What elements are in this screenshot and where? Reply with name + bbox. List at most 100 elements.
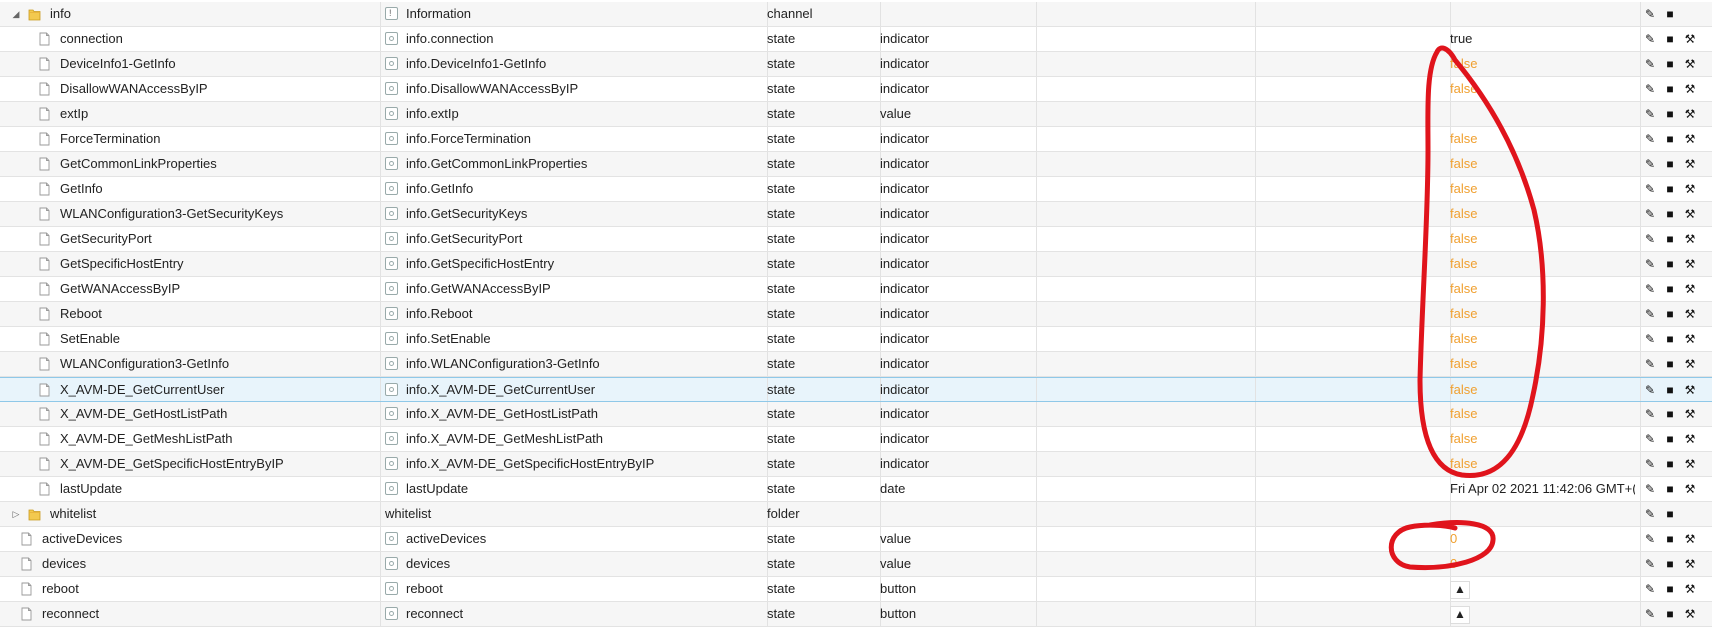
pencil-icon[interactable]: ✎	[1640, 77, 1660, 101]
wrench-icon[interactable]: ⚒	[1680, 527, 1700, 551]
pencil-icon[interactable]: ✎	[1640, 227, 1660, 251]
tree-row[interactable]: GetSecurityPort info.GetSecurityPort state…	[0, 227, 1712, 252]
pencil-icon[interactable]: ✎	[1640, 577, 1660, 601]
object-id-cell[interactable]: extIp	[0, 102, 380, 126]
object-id-cell[interactable]: ForceTermination	[0, 127, 380, 151]
object-id-cell[interactable]: GetSecurityPort	[0, 227, 380, 251]
object-value-cell[interactable]	[1450, 102, 1635, 126]
pencil-icon[interactable]: ✎	[1640, 602, 1660, 626]
wrench-icon[interactable]: ⚒	[1680, 552, 1700, 576]
pencil-icon[interactable]: ✎	[1640, 327, 1660, 351]
pencil-icon[interactable]: ✎	[1640, 352, 1660, 376]
object-value-cell[interactable]: false	[1450, 77, 1635, 101]
object-name-cell[interactable]: info.X_AVM-DE_GetHostListPath	[385, 402, 755, 426]
tree-row[interactable]: extIp info.extIp state value ✎ ■ ⚒	[0, 102, 1712, 127]
pencil-icon[interactable]: ✎	[1640, 277, 1660, 301]
object-value-cell[interactable]: true	[1450, 27, 1635, 51]
pencil-icon[interactable]: ✎	[1640, 177, 1660, 201]
object-id-cell[interactable]: GetWANAccessByIP	[0, 277, 380, 301]
tree-row[interactable]: X_AVM-DE_GetHostListPath info.X_AVM-DE_Ge…	[0, 402, 1712, 427]
pencil-icon[interactable]: ✎	[1640, 127, 1660, 151]
object-name-cell[interactable]: info.ForceTermination	[385, 127, 755, 151]
tree-row[interactable]: GetInfo info.GetInfo state indicator false ✎ ■…	[0, 177, 1712, 202]
trash-icon[interactable]: ■	[1660, 152, 1680, 176]
pencil-icon[interactable]: ✎	[1640, 402, 1660, 426]
pencil-icon[interactable]: ✎	[1640, 452, 1660, 476]
object-value-cell[interactable]: false	[1450, 52, 1635, 76]
wrench-icon[interactable]: ⚒	[1680, 252, 1700, 276]
object-name-cell[interactable]: info.extIp	[385, 102, 755, 126]
object-name-cell[interactable]: info.DeviceInfo1-GetInfo	[385, 52, 755, 76]
wrench-icon[interactable]: ⚒	[1680, 227, 1700, 251]
trash-icon[interactable]: ■	[1660, 27, 1680, 51]
tree-row[interactable]: activeDevices activeDevices state value 0 ✎ ■ ⚒	[0, 527, 1712, 552]
object-name-cell[interactable]: info.GetCommonLinkProperties	[385, 152, 755, 176]
object-name-cell[interactable]: info.connection	[385, 27, 755, 51]
tree-row[interactable]: X_AVM-DE_GetCurrentUser info.X_AVM-DE_Get…	[0, 377, 1712, 402]
trash-icon[interactable]: ■	[1660, 177, 1680, 201]
wrench-icon[interactable]: ⚒	[1680, 202, 1700, 226]
object-value-cell[interactable]: false	[1450, 327, 1635, 351]
tree-row[interactable]: X_AVM-DE_GetSpecificHostEntryByIP info.X_…	[0, 452, 1712, 477]
tree-row[interactable]: devices devices state value 0 ✎ ■ ⚒	[0, 552, 1712, 577]
trash-icon[interactable]: ■	[1660, 427, 1680, 451]
collapse-toggle-icon[interactable]: ◢	[10, 2, 22, 26]
triangle-up-icon[interactable]: ▲	[1450, 580, 1470, 599]
pencil-icon[interactable]: ✎	[1640, 552, 1660, 576]
object-value-cell[interactable]: false	[1450, 427, 1635, 451]
pencil-icon[interactable]: ✎	[1640, 477, 1660, 501]
trash-icon[interactable]: ■	[1660, 277, 1680, 301]
pencil-icon[interactable]: ✎	[1640, 378, 1660, 402]
object-value-cell[interactable]: Fri Apr 02 2021 11:42:06 GMT+(	[1450, 477, 1635, 501]
trash-icon[interactable]: ■	[1660, 302, 1680, 326]
wrench-icon[interactable]: ⚒	[1680, 352, 1700, 376]
object-value-cell[interactable]	[1450, 2, 1635, 26]
object-name-cell[interactable]: info.X_AVM-DE_GetMeshListPath	[385, 427, 755, 451]
object-id-cell[interactable]: devices	[0, 552, 380, 576]
trash-icon[interactable]: ■	[1660, 102, 1680, 126]
tree-row[interactable]: connection info.connection state indicator t…	[0, 27, 1712, 52]
triangle-up-icon[interactable]: ▲	[1450, 605, 1470, 624]
object-name-cell[interactable]: whitelist	[385, 502, 755, 526]
wrench-icon[interactable]: ⚒	[1680, 52, 1700, 76]
trash-icon[interactable]: ■	[1660, 352, 1680, 376]
pencil-icon[interactable]: ✎	[1640, 527, 1660, 551]
pencil-icon[interactable]: ✎	[1640, 102, 1660, 126]
wrench-icon[interactable]: ⚒	[1680, 427, 1700, 451]
wrench-icon[interactable]: ⚒	[1680, 577, 1700, 601]
object-value-cell[interactable]: 0	[1450, 552, 1635, 576]
object-value-cell[interactable]: false	[1450, 227, 1635, 251]
wrench-icon[interactable]: ⚒	[1680, 177, 1700, 201]
object-value-cell[interactable]	[1450, 502, 1635, 526]
object-value-cell[interactable]: false	[1450, 277, 1635, 301]
tree-row[interactable]: DisallowWANAccessByIP info.DisallowWANAcc…	[0, 77, 1712, 102]
object-name-cell[interactable]: lastUpdate	[385, 477, 755, 501]
object-value-cell[interactable]: false	[1450, 177, 1635, 201]
tree-row[interactable]: GetSpecificHostEntry info.GetSpecificHost…	[0, 252, 1712, 277]
object-id-cell[interactable]: ◢ info	[0, 2, 380, 26]
pencil-icon[interactable]: ✎	[1640, 202, 1660, 226]
object-name-cell[interactable]: info.GetSecurityPort	[385, 227, 755, 251]
trash-icon[interactable]: ■	[1660, 378, 1680, 402]
object-id-cell[interactable]: X_AVM-DE_GetHostListPath	[0, 402, 380, 426]
object-id-cell[interactable]: GetInfo	[0, 177, 380, 201]
object-id-cell[interactable]: activeDevices	[0, 527, 380, 551]
object-name-cell[interactable]: info.GetInfo	[385, 177, 755, 201]
tree-row[interactable]: WLANConfiguration3-GetSecurityKeys info.G…	[0, 202, 1712, 227]
object-id-cell[interactable]: DeviceInfo1-GetInfo	[0, 52, 380, 76]
object-name-cell[interactable]: info.Reboot	[385, 302, 755, 326]
trash-icon[interactable]: ■	[1660, 77, 1680, 101]
object-id-cell[interactable]: lastUpdate	[0, 477, 380, 501]
object-id-cell[interactable]: reconnect	[0, 602, 380, 626]
object-name-cell[interactable]: info.GetWANAccessByIP	[385, 277, 755, 301]
object-value-cell[interactable]: false	[1450, 378, 1635, 402]
trash-icon[interactable]: ■	[1660, 452, 1680, 476]
trash-icon[interactable]: ■	[1660, 127, 1680, 151]
object-id-cell[interactable]: WLANConfiguration3-GetInfo	[0, 352, 380, 376]
pencil-icon[interactable]: ✎	[1640, 252, 1660, 276]
wrench-icon[interactable]: ⚒	[1680, 477, 1700, 501]
wrench-icon[interactable]: ⚒	[1680, 127, 1700, 151]
trash-icon[interactable]: ■	[1660, 52, 1680, 76]
wrench-icon[interactable]: ⚒	[1680, 77, 1700, 101]
object-value-cell[interactable]: false	[1450, 352, 1635, 376]
